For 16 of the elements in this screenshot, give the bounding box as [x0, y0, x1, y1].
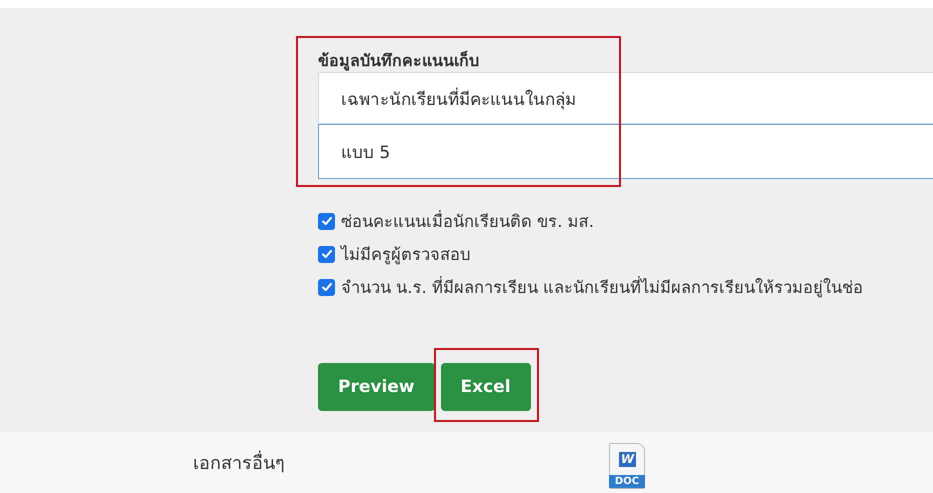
select-field[interactable]: เฉพาะนักเรียนที่มีคะแนนในกลุ่ม — [318, 72, 933, 124]
checkbox-label: ซ่อนคะแนนเมื่อนักเรียนติด ขร. มส. — [341, 209, 594, 233]
checkbox[interactable] — [318, 278, 335, 296]
export-button[interactable]: Excel — [440, 363, 531, 411]
export-button[interactable]: Preview — [318, 363, 435, 411]
checkmark-icon — [320, 247, 334, 261]
section-label: ข้อมูลบันทึกคะแนนเก็บ — [318, 50, 480, 72]
select-field[interactable]: แบบ 5 — [318, 124, 933, 179]
row-label: เอกสารอื่นๆ — [193, 448, 285, 477]
checkbox-label: จำนวน น.ร. ที่มีผลการเรียน และนักเรียนที่ไม่มีผลการเรียนให้รวมอยู่ในช่อ — [341, 275, 864, 300]
checkbox[interactable] — [318, 246, 335, 262]
checkmark-icon — [320, 280, 334, 294]
doc-file-icon[interactable]: W DOC — [609, 443, 645, 489]
checkbox-label: ไม่มีครูผู้ตรวจสอบ — [341, 244, 470, 266]
checkmark-icon — [320, 214, 334, 228]
checkbox[interactable] — [318, 212, 335, 230]
